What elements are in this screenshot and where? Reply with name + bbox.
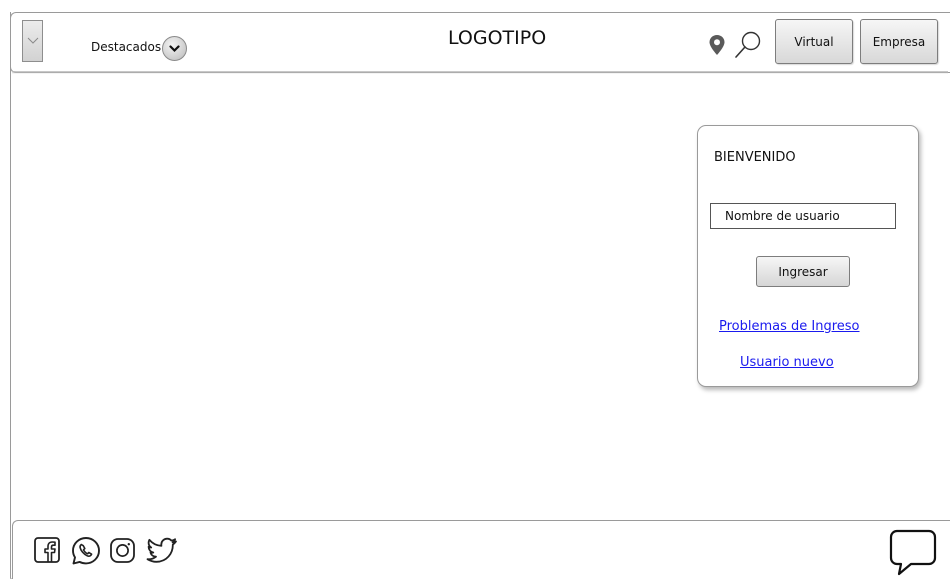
- map-pin-icon[interactable]: [708, 34, 726, 56]
- login-button[interactable]: Ingresar: [756, 256, 850, 287]
- featured-chevron-button[interactable]: [162, 36, 188, 61]
- top-bar-shadow: [12, 71, 948, 74]
- chevron-down-icon: [27, 37, 38, 44]
- whatsapp-icon[interactable]: [70, 535, 102, 567]
- empresa-button[interactable]: Empresa: [860, 19, 938, 64]
- featured-label: Destacados: [91, 39, 162, 54]
- menu-toggle-button[interactable]: [22, 20, 43, 62]
- logo: LOGOTIPO: [448, 27, 547, 49]
- new-user-link[interactable]: Usuario nuevo: [740, 355, 834, 370]
- virtual-button[interactable]: Virtual: [775, 19, 853, 64]
- featured-dropdown[interactable]: Destacados: [91, 32, 188, 61]
- chevron-down-icon: [169, 44, 180, 52]
- chat-bubble-icon[interactable]: [888, 528, 938, 576]
- username-input[interactable]: [710, 203, 896, 229]
- facebook-icon[interactable]: [33, 535, 63, 565]
- login-problems-link[interactable]: Problemas de Ingreso: [719, 319, 860, 334]
- login-title: BIENVENIDO: [714, 150, 796, 165]
- instagram-icon[interactable]: [108, 535, 138, 565]
- twitter-icon[interactable]: [146, 535, 180, 565]
- login-panel: BIENVENIDO Ingresar Problemas de Ingreso…: [697, 125, 919, 387]
- search-icon[interactable]: [733, 30, 763, 60]
